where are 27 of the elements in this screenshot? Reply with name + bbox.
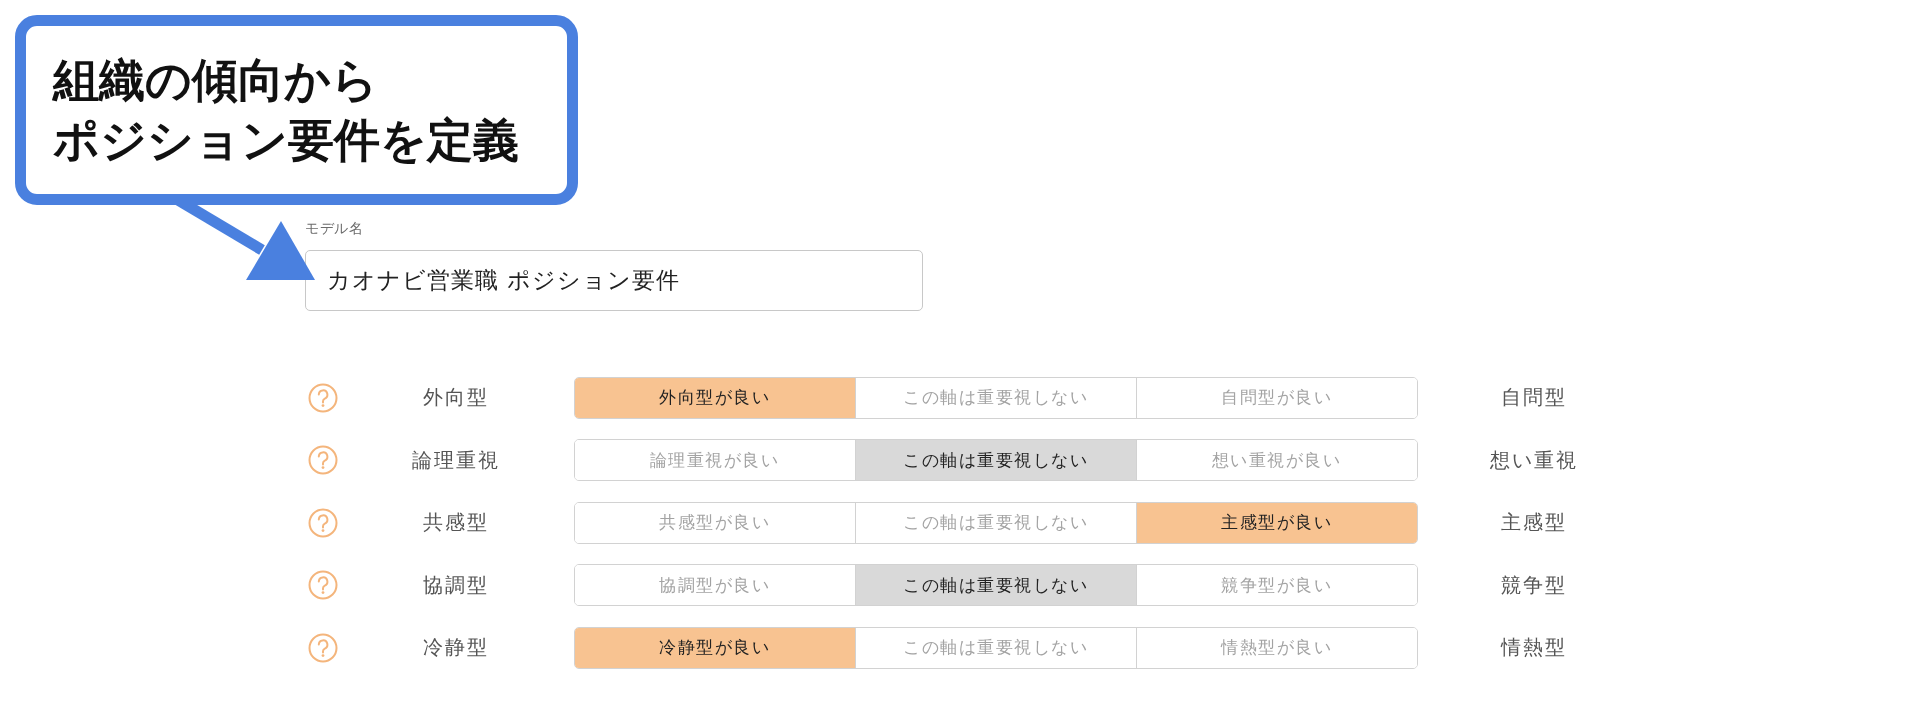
axis-left-label: 論理重視 (411, 446, 500, 474)
axis-left-label: 冷静型 (422, 634, 489, 661)
help-icon[interactable] (308, 382, 338, 413)
option-button[interactable]: 主感型が良い (1135, 502, 1417, 543)
option-button[interactable]: 情熱型が良い (1135, 627, 1417, 668)
axis-right-label: 主感型 (1500, 509, 1567, 536)
option-button[interactable]: 冷静型が良い (574, 627, 855, 668)
option-button[interactable]: この軸は重要視しない (854, 440, 1136, 480)
axis-right-label: 情熱型 (1500, 634, 1567, 661)
field-label: モデル名 (305, 219, 363, 237)
axis-right-label: 想い重視 (1489, 446, 1578, 474)
axis-left-label: 外向型 (422, 384, 489, 411)
option-button[interactable]: 想い重視が良い (1135, 440, 1417, 480)
help-icon[interactable] (308, 445, 338, 475)
axis-right-label: 競争型 (1500, 571, 1567, 599)
axis-left-label: 共感型 (422, 509, 489, 536)
help-icon[interactable] (308, 632, 338, 663)
model-name-input[interactable]: カオナビ営業職 ポジション要件 (305, 250, 923, 311)
help-icon[interactable] (308, 570, 338, 600)
option-button[interactable]: この軸は重要視しない (854, 565, 1136, 605)
help-icon[interactable] (308, 507, 338, 538)
callout-heading: 組織の傾向から ポジション要件を定義 (53, 52, 520, 169)
axis-left-label: 協調型 (422, 571, 489, 599)
option-button[interactable]: 自問型が良い (1135, 377, 1417, 418)
axis-right-label: 自問型 (1500, 384, 1567, 411)
option-button[interactable]: 外向型が良い (574, 377, 855, 418)
option-button[interactable]: 競争型が良い (1135, 565, 1417, 605)
